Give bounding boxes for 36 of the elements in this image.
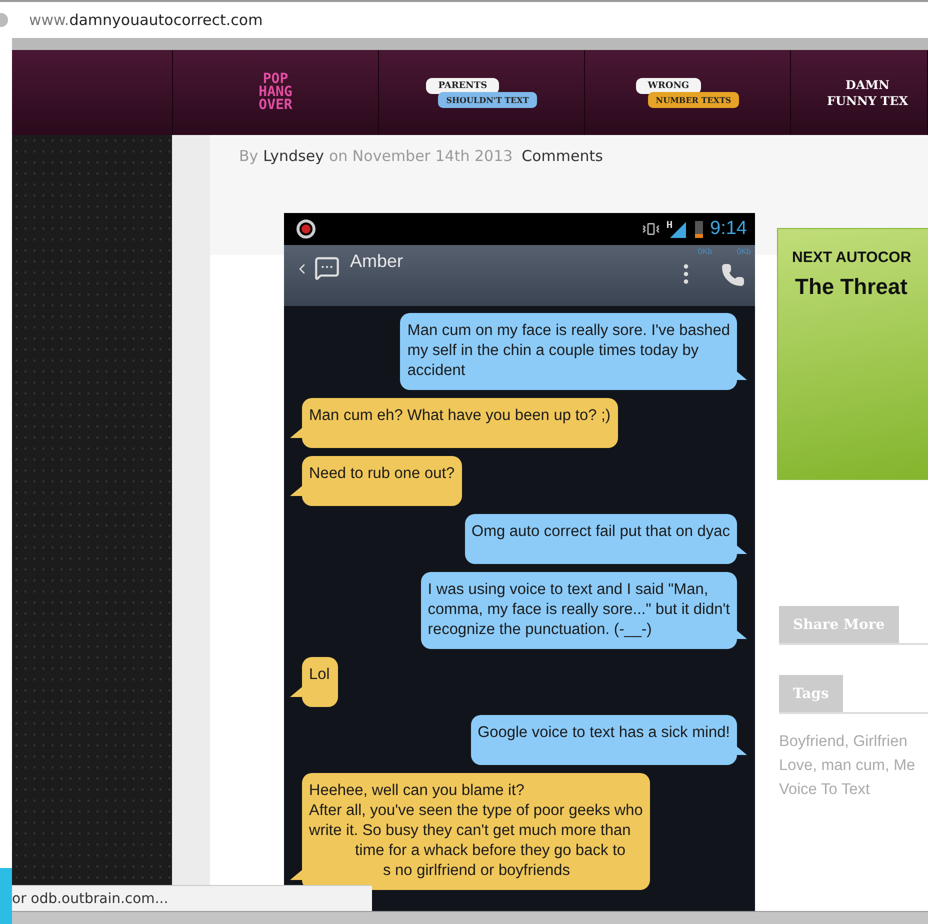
bubble-tail <box>735 544 747 554</box>
bubble-tail <box>290 428 302 438</box>
nav-link[interactable]: WRONG <box>636 78 702 94</box>
bubble-tail <box>735 629 747 639</box>
clock-time: 9:14 <box>710 218 747 240</box>
comments-link[interactable]: Comments <box>522 147 603 213</box>
battery-icon <box>694 219 704 239</box>
data-counter: 0Kb <box>736 247 751 256</box>
bubble-tail <box>290 687 302 697</box>
bubble-tail <box>290 870 302 880</box>
globe-icon <box>0 12 9 28</box>
contact-name: Amber <box>350 251 404 272</box>
byline-by: By <box>239 147 258 167</box>
signal-icon <box>666 220 688 238</box>
card-title: The Threat <box>795 274 908 300</box>
nav-link[interactable]: PARENTS <box>426 78 500 94</box>
author-link[interactable]: Lyndsey <box>263 147 324 213</box>
nav-link[interactable]: DAMN FUNNY TEX <box>827 76 908 108</box>
next-post-card[interactable]: NEXT AUTOCOR The Threat <box>777 228 928 480</box>
notification-icon <box>296 219 316 239</box>
site-logo[interactable]: POP HANG OVER <box>258 73 292 112</box>
vibrate-icon <box>642 220 660 238</box>
bubble-tail <box>290 486 302 496</box>
post-date: on November 14th 2013 <box>328 147 513 167</box>
desktop-edge <box>0 868 12 924</box>
nav-link[interactable]: SHOULDN'T TEXT <box>438 92 537 108</box>
nav-link[interactable]: NUMBER TEXTS <box>648 92 740 108</box>
bubble-tail <box>735 745 747 755</box>
message-icon <box>314 255 340 281</box>
url-text[interactable]: www.damnyouautocorrect.com <box>29 11 263 29</box>
bubble-tail <box>735 370 747 380</box>
status-text: or odb.outbrain.com... <box>12 891 168 907</box>
tag-list: Boyfriend, Girlfrien Love, man cum, Me Voice To Text <box>779 730 928 802</box>
phone-icon[interactable] <box>721 263 745 287</box>
card-label: NEXT AUTOCOR <box>792 249 912 266</box>
data-counter: 0Kb <box>698 247 712 256</box>
